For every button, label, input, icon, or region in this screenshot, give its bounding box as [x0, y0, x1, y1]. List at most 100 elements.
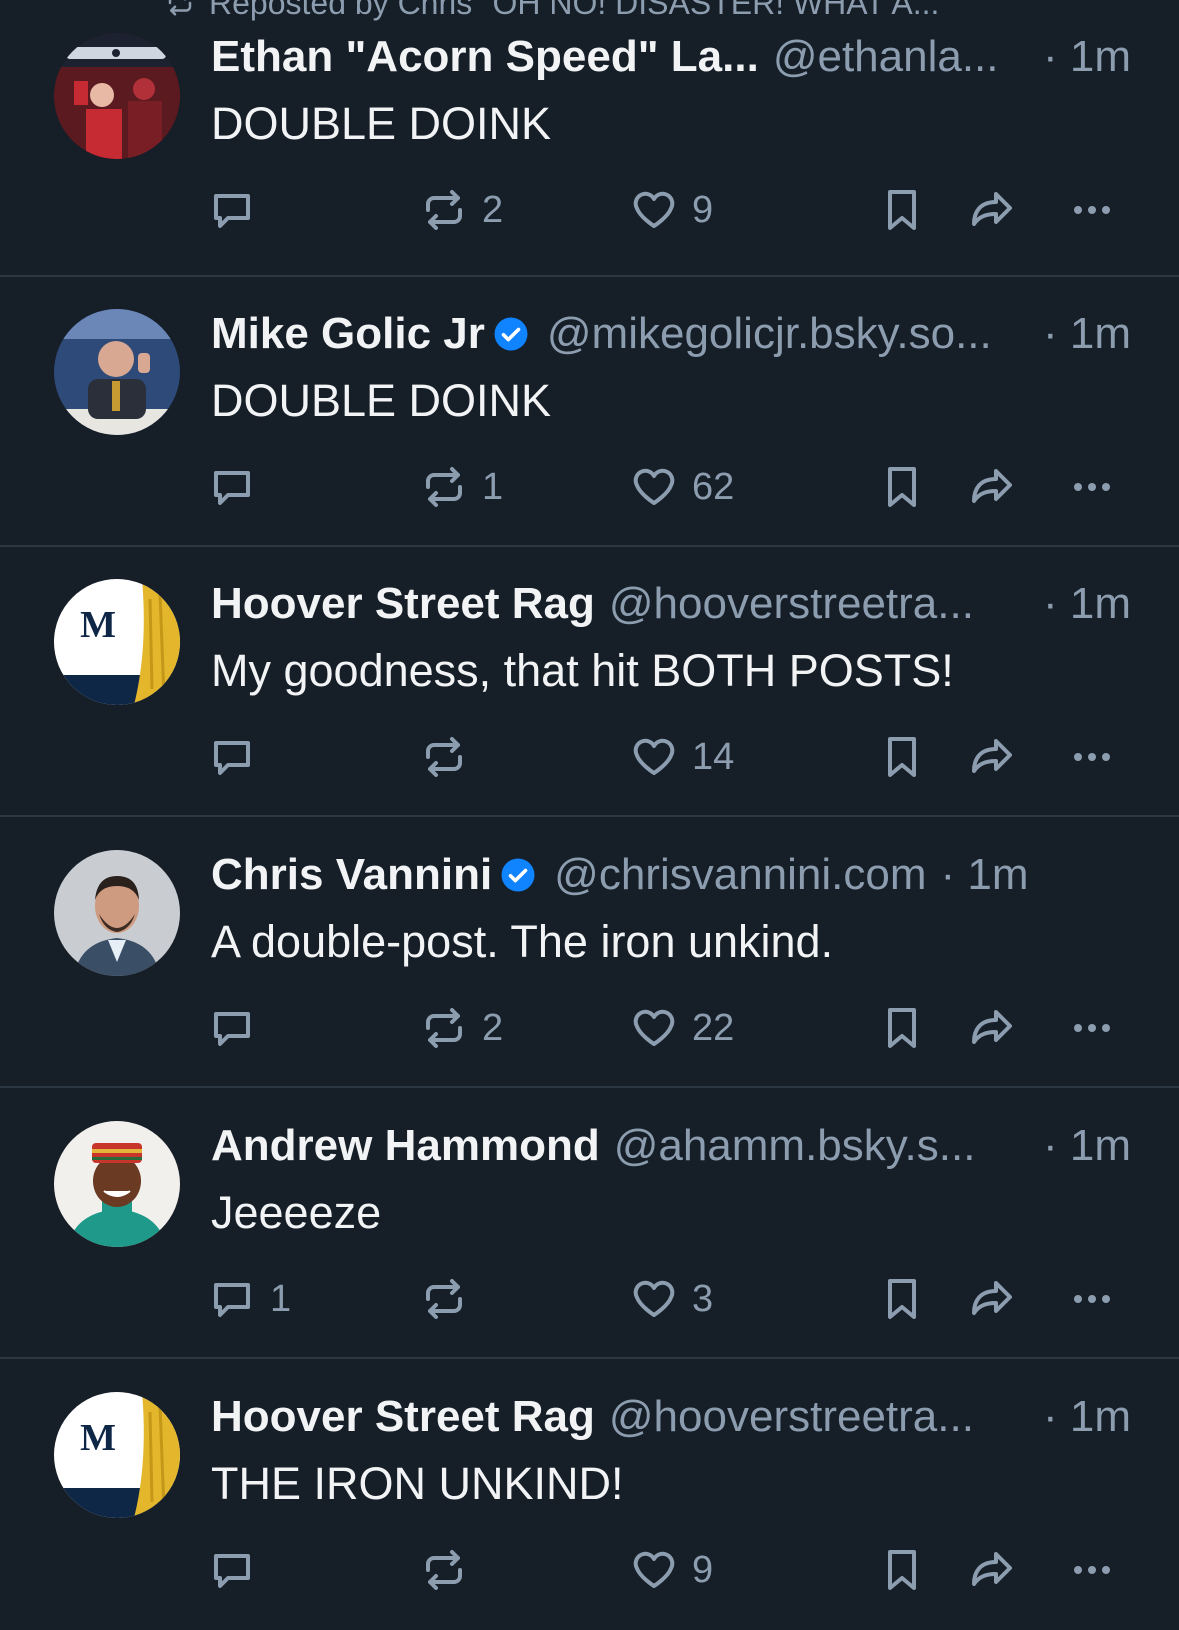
like-button[interactable]: 9 [630, 1542, 713, 1598]
avatar-letter: M [80, 604, 116, 646]
bookmark-button[interactable] [878, 182, 926, 238]
author-handle[interactable]: @ahamm.bsky.s... [614, 1121, 976, 1171]
post-text: My goodness, that hit BOTH POSTS! [211, 645, 954, 696]
heart-icon [633, 738, 675, 775]
share-button[interactable] [968, 459, 1016, 515]
author-name[interactable]: Mike Golic Jr [211, 309, 485, 359]
repost-button[interactable] [420, 1542, 482, 1598]
share-button[interactable] [968, 729, 1016, 785]
post-time[interactable]: · 1m [941, 850, 1029, 900]
bookmark-icon [888, 190, 916, 230]
ellipsis-icon [1074, 206, 1110, 214]
share-button[interactable] [968, 1000, 1016, 1056]
reply-button[interactable]: 1 [208, 1271, 291, 1327]
post[interactable]: Mike Golic Jr @mikegolicjr.bsky.so... · … [0, 277, 1179, 547]
more-options-button[interactable] [1068, 1000, 1116, 1056]
post-text: Jeeeeze [211, 1187, 382, 1238]
post-header: Ethan "Acorn Speed" La... @ethanla... · … [211, 30, 1131, 84]
post-text: DOUBLE DOINK [211, 375, 552, 426]
author-handle[interactable]: @ethanla... [773, 32, 999, 82]
heart-icon [633, 1551, 675, 1588]
repost-icon [426, 737, 462, 777]
more-options-button[interactable] [1068, 1542, 1116, 1598]
share-arrow-icon [972, 192, 1012, 226]
author-handle[interactable]: @mikegolicjr.bsky.so... [547, 309, 992, 359]
ellipsis-icon [1074, 1024, 1110, 1032]
repost-button[interactable]: 2 [420, 1000, 503, 1056]
reply-button[interactable] [208, 459, 270, 515]
post-time[interactable]: · 1m [1043, 1392, 1131, 1442]
heart-icon [633, 1280, 675, 1317]
like-button[interactable]: 3 [630, 1271, 713, 1327]
like-count: 3 [692, 1277, 714, 1320]
more-options-button[interactable] [1068, 729, 1116, 785]
reply-button[interactable] [208, 729, 270, 785]
author-name[interactable]: Andrew Hammond [211, 1121, 600, 1171]
more-options-button[interactable] [1068, 182, 1116, 238]
post-time[interactable]: · 1m [1043, 1121, 1131, 1171]
share-arrow-icon [972, 1552, 1012, 1586]
more-options-button[interactable] [1068, 1271, 1116, 1327]
share-button[interactable] [968, 1542, 1016, 1598]
ellipsis-icon [1074, 1295, 1110, 1303]
reply-button[interactable] [208, 1000, 270, 1056]
repost-button[interactable] [420, 729, 482, 785]
bookmark-button[interactable] [878, 1542, 926, 1598]
bookmark-button[interactable] [878, 459, 926, 515]
author-handle[interactable]: @hooverstreetra... [609, 1392, 974, 1442]
bookmark-button[interactable] [878, 729, 926, 785]
reply-icon [214, 1012, 250, 1046]
like-count: 22 [692, 1006, 735, 1049]
post-actions: 14 [0, 729, 1179, 785]
share-arrow-icon [972, 739, 1012, 773]
ethan-avatar[interactable] [54, 33, 180, 159]
author-name[interactable]: Hoover Street Rag [211, 579, 595, 629]
post-header: Andrew Hammond @ahamm.bsky.s... · 1m [211, 1119, 1131, 1173]
reply-icon [214, 471, 250, 505]
author-name[interactable]: Ethan "Acorn Speed" La... [211, 32, 759, 82]
bookmark-button[interactable] [878, 1271, 926, 1327]
like-count: 62 [692, 465, 735, 508]
post-actions: 1 3 [0, 1271, 1179, 1327]
author-handle[interactable]: @hooverstreetra... [609, 579, 974, 629]
post-time[interactable]: · 1m [1043, 32, 1131, 82]
like-count: 9 [692, 1548, 714, 1591]
post[interactable]: M Hoover Street Rag @hooverstreetra... ·… [0, 547, 1179, 817]
like-button[interactable]: 14 [630, 729, 734, 785]
post[interactable]: Ethan "Acorn Speed" La... @ethanla... · … [0, 0, 1179, 277]
post-actions: 2 9 [0, 182, 1179, 238]
author-name[interactable]: Hoover Street Rag [211, 1392, 595, 1442]
post[interactable]: Andrew Hammond @ahamm.bsky.s... · 1m Jee… [0, 1089, 1179, 1359]
share-arrow-icon [972, 1010, 1012, 1044]
post-time[interactable]: · 1m [1043, 309, 1131, 359]
like-button[interactable]: 9 [630, 182, 713, 238]
bookmark-button[interactable] [878, 1000, 926, 1056]
repost-count: 1 [482, 465, 504, 508]
repost-button[interactable]: 2 [420, 182, 503, 238]
andrew-avatar[interactable] [54, 1121, 180, 1247]
hoover-avatar[interactable]: M [54, 579, 180, 705]
post-actions: 2 22 [0, 1000, 1179, 1056]
chris-avatar[interactable] [54, 850, 180, 976]
bookmark-icon [888, 1008, 916, 1048]
like-button[interactable]: 22 [630, 1000, 734, 1056]
post[interactable]: M Hoover Street Rag @hooverstreetra... ·… [0, 1360, 1179, 1630]
share-arrow-icon [972, 1281, 1012, 1315]
mike-avatar[interactable] [54, 309, 180, 435]
hoover-avatar[interactable]: M [54, 1392, 180, 1518]
share-button[interactable] [968, 1271, 1016, 1327]
reply-icon [214, 194, 250, 228]
author-name[interactable]: Chris Vannini [211, 850, 492, 900]
reply-button[interactable] [208, 182, 270, 238]
repost-button[interactable]: 1 [420, 459, 503, 515]
share-button[interactable] [968, 182, 1016, 238]
reply-button[interactable] [208, 1542, 270, 1598]
more-options-button[interactable] [1068, 459, 1116, 515]
like-button[interactable]: 62 [630, 459, 734, 515]
post-text: THE IRON UNKIND! [211, 1458, 624, 1509]
post-time[interactable]: · 1m [1043, 579, 1131, 629]
post-header: Hoover Street Rag @hooverstreetra... · 1… [211, 1390, 1131, 1444]
author-handle[interactable]: @chrisvannini.com [554, 850, 926, 900]
repost-button[interactable] [420, 1271, 482, 1327]
post[interactable]: Chris Vannini @chrisvannini.com · 1m A d… [0, 818, 1179, 1088]
